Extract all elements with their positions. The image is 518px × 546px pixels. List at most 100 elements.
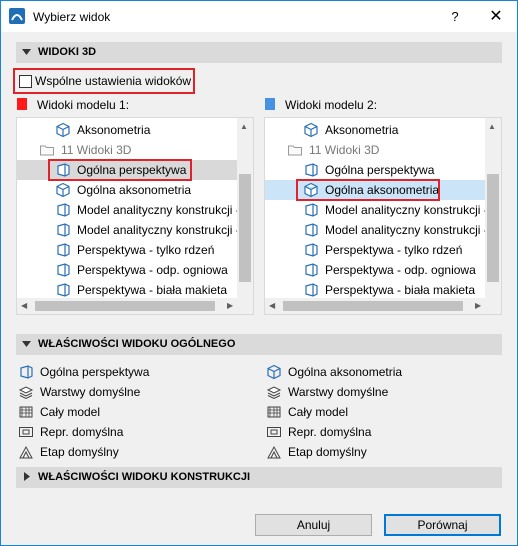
collapse-triangle-icon	[22, 341, 31, 347]
window-title: Wybierz widok	[33, 10, 111, 24]
close-button[interactable]: ✕	[486, 7, 506, 27]
perspective-view-icon	[20, 365, 33, 379]
list-item-label: Model analityczny konstrukcji -	[77, 203, 239, 217]
dialog-window: Wybierz widok ? ✕ WIDOKI 3D Wspólne usta…	[0, 0, 518, 546]
list-item-label: Aksonometria	[77, 123, 151, 137]
model-scope-icon	[267, 406, 281, 418]
list-item[interactable]: Ogólna perspektywa	[265, 160, 487, 180]
representation-icon	[267, 427, 281, 437]
list-item-label: Model analityczny konstrukcji -	[325, 203, 487, 217]
layers-icon	[266, 386, 282, 400]
list-item[interactable]: 11 Widoki 3D	[265, 140, 487, 160]
list-item[interactable]: Model analityczny konstrukcji -	[17, 200, 239, 220]
prop-repr-text: Repr. domyślna	[40, 425, 124, 439]
model1-horizontal-scrollbar[interactable]: ◀ ▶	[17, 298, 239, 314]
model1-views-list[interactable]: Aksonometria 11 Widoki 3D Ogólna perspekty…	[16, 117, 254, 315]
axonometry-view-icon	[303, 122, 319, 138]
list-item[interactable]: Aksonometria	[17, 120, 239, 140]
scroll-right-icon[interactable]: ▶	[475, 301, 481, 310]
list-item[interactable]: Model analityczny konstrukcji -	[265, 220, 487, 240]
prop-view-text: Ogólna aksonometria	[288, 365, 403, 379]
shared-settings-label[interactable]: Wspólne ustawienia widoków	[35, 74, 191, 88]
model2-list-rows: Aksonometria 11 Widoki 3D Ogólna perspekty…	[265, 118, 487, 314]
phase-icon	[267, 445, 281, 459]
perspective-view-icon	[55, 222, 71, 238]
scroll-thumb[interactable]	[283, 301, 463, 311]
list-item-label: Aksonometria	[325, 123, 399, 137]
list-item[interactable]: Perspektywa - odp. ogniowa	[265, 260, 487, 280]
list-item[interactable]: Aksonometria	[265, 120, 487, 140]
section-general-view-properties[interactable]: WŁAŚCIWOŚCI WIDOKU OGÓLNEGO	[16, 334, 502, 355]
list-item[interactable]: Model analityczny konstrukcji -	[17, 220, 239, 240]
scroll-up-icon[interactable]: ▲	[240, 122, 248, 131]
perspective-view-icon	[303, 202, 319, 218]
phase-icon	[19, 445, 33, 459]
section-title: WŁAŚCIWOŚCI WIDOKU OGÓLNEGO	[38, 338, 236, 350]
shared-settings-checkbox-highlight: Wspólne ustawienia widoków	[13, 68, 195, 94]
model1-list-title: Widoki modelu 1:	[37, 98, 130, 112]
list-item-label: Perspektywa - tylko rdzeń	[77, 243, 215, 257]
scroll-right-icon[interactable]: ▶	[227, 301, 233, 310]
scroll-up-icon[interactable]: ▲	[488, 122, 496, 131]
list-item-label: Ogólna aksonometria	[77, 183, 192, 197]
list-item[interactable]: Perspektywa - tylko rdzeń	[265, 240, 487, 260]
scroll-thumb[interactable]	[487, 174, 499, 282]
prop-phase-text: Etap domyślny	[288, 445, 367, 459]
list-item-label: Perspektywa - odp. ogniowa	[325, 263, 476, 277]
scroll-thumb[interactable]	[35, 301, 215, 311]
section-views-3d[interactable]: WIDOKI 3D	[16, 42, 502, 63]
prop-scope-text: Cały model	[40, 405, 101, 419]
cancel-button[interactable]: Anuluj	[255, 514, 372, 536]
prop-repr-text: Repr. domyślna	[288, 425, 372, 439]
model1-color-swatch	[17, 98, 27, 110]
scroll-left-icon[interactable]: ◀	[21, 301, 27, 310]
list-item-label: Perspektywa - biała makieta	[77, 283, 228, 297]
model2-color-swatch	[265, 98, 275, 110]
list-item-label: 11 Widoki 3D	[61, 143, 132, 157]
axonometry-view-icon	[55, 122, 71, 138]
section-construction-view-properties[interactable]: WŁAŚCIWOŚCI WIDOKU KONSTRUKCJI	[16, 467, 502, 488]
perspective-view-icon	[303, 282, 319, 298]
list-item-label: Perspektywa - biała makieta	[325, 283, 476, 297]
prop-layers-text: Warstwy domyślne	[288, 385, 389, 399]
model2-views-list[interactable]: Aksonometria 11 Widoki 3D Ogólna perspekty…	[264, 117, 502, 315]
archicad-app-icon	[9, 8, 25, 24]
axonometry-view-icon	[55, 182, 71, 198]
perspective-view-icon	[303, 162, 319, 178]
list-item[interactable]: Model analityczny konstrukcji -	[265, 200, 487, 220]
list-item[interactable]: Perspektywa - biała makieta	[265, 280, 487, 300]
help-button[interactable]: ?	[445, 7, 465, 27]
selection-highlight-box	[48, 159, 192, 181]
title-bar: Wybierz widok ? ✕	[1, 1, 517, 32]
list-item[interactable]: Perspektywa - odp. ogniowa	[17, 260, 239, 280]
section-title: WŁAŚCIWOŚCI WIDOKU KONSTRUKCJI	[38, 471, 251, 483]
model-scope-icon	[19, 406, 33, 418]
model1-list-rows: Aksonometria 11 Widoki 3D Ogólna perspekty…	[17, 118, 239, 314]
perspective-view-icon	[55, 242, 71, 258]
scroll-thumb[interactable]	[239, 174, 251, 282]
layers-icon	[18, 386, 34, 400]
list-item[interactable]: Perspektywa - biała makieta	[17, 280, 239, 300]
model2-list-title: Widoki modelu 2:	[285, 98, 378, 112]
axonometry-view-icon	[267, 364, 281, 380]
prop-view-text: Ogólna perspektywa	[40, 365, 150, 379]
expand-triangle-icon	[24, 472, 30, 481]
compare-button[interactable]: Porównaj	[384, 514, 501, 536]
scroll-left-icon[interactable]: ◀	[269, 301, 275, 310]
list-item-label: Perspektywa - odp. ogniowa	[77, 263, 228, 277]
representation-icon	[19, 427, 33, 437]
list-item[interactable]: Ogólna aksonometria	[17, 180, 239, 200]
shared-settings-checkbox[interactable]	[19, 75, 32, 88]
list-item[interactable]: 11 Widoki 3D	[17, 140, 239, 160]
selection-highlight-box	[296, 179, 440, 201]
perspective-view-icon	[55, 202, 71, 218]
list-item[interactable]: Perspektywa - tylko rdzeń	[17, 240, 239, 260]
list-item-label: 11 Widoki 3D	[309, 143, 380, 157]
model2-vertical-scrollbar[interactable]: ▲	[485, 118, 501, 314]
folder-icon	[39, 142, 55, 158]
model1-vertical-scrollbar[interactable]: ▲	[237, 118, 253, 314]
perspective-view-icon	[303, 222, 319, 238]
model2-horizontal-scrollbar[interactable]: ◀ ▶	[265, 298, 487, 314]
prop-scope-text: Cały model	[288, 405, 349, 419]
list-item-label: Model analityczny konstrukcji -	[325, 223, 487, 237]
